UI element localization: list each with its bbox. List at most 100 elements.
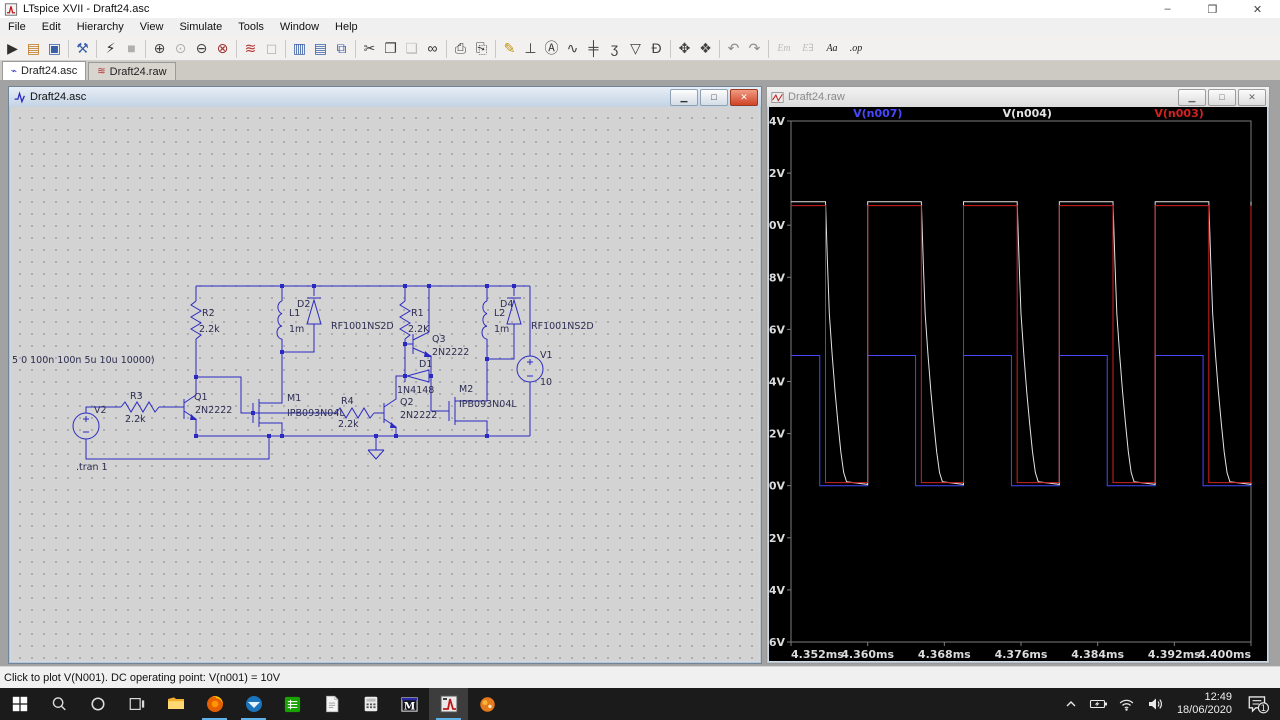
print-preview-icon[interactable]: ⎘ [471, 38, 492, 59]
label-Q3-value: 2N2222 [432, 347, 469, 358]
toolbar-separator [285, 40, 286, 58]
minimize-button[interactable]: – [1145, 0, 1190, 18]
waveform-minimize-button[interactable]: ▁ [1178, 89, 1206, 106]
x-axis-label: 4.392ms [1148, 648, 1201, 661]
schematic-doc-icon [13, 91, 26, 104]
inductor-L2[interactable] [482, 301, 487, 339]
close-button[interactable]: ✕ [1235, 0, 1280, 18]
cascade-windows-icon[interactable]: ⧉ [331, 38, 352, 59]
edit-pencil-icon[interactable]: ✎ [499, 38, 520, 59]
spreadsheet-app-button[interactable] [273, 688, 312, 720]
file-explorer-button[interactable] [156, 688, 195, 720]
start-button[interactable] [0, 688, 39, 720]
control-panel-icon[interactable]: ⚒ [72, 38, 93, 59]
waveform-close-button[interactable]: ✕ [1238, 89, 1266, 106]
diode-icon[interactable]: ▽ [625, 38, 646, 59]
schematic-minimize-button[interactable]: ▁ [670, 89, 698, 106]
copy-icon[interactable]: ❐ [380, 38, 401, 59]
legend-V(n003)[interactable]: V(n003) [1154, 107, 1203, 120]
tabbar: ⌁Draft24.asc≋Draft24.raw [0, 61, 1280, 80]
ground-icon[interactable]: ⊥ [520, 38, 541, 59]
capacitor-icon[interactable]: ╪ [583, 38, 604, 59]
waveform-window-titlebar[interactable]: Draft24.raw ▁ □ ✕ [767, 87, 1269, 107]
vsource-V2[interactable] [73, 413, 99, 439]
label-L2-value: 1m [494, 324, 509, 335]
redo-icon[interactable]: ↷ [744, 38, 765, 59]
zoom-full-extents-icon[interactable]: ⊗ [212, 38, 233, 59]
undo-icon[interactable]: ↶ [723, 38, 744, 59]
waveform-icon[interactable]: ≋ [240, 38, 261, 59]
move-icon[interactable]: ✥ [674, 38, 695, 59]
zoom-in-icon[interactable]: ⊕ [149, 38, 170, 59]
schematic-drawing: R2 2.2k L1 1m D2 RF1001NS2D R1 2.2K L2 1… [11, 107, 759, 661]
restore-button[interactable]: ❐ [1190, 0, 1235, 18]
bjt-icon[interactable]: Ɖ [646, 38, 667, 59]
tile-horizontal-icon[interactable]: ▤ [310, 38, 331, 59]
battery-icon[interactable] [1088, 693, 1110, 715]
wifi-icon[interactable] [1116, 693, 1138, 715]
waveform-maximize-button[interactable]: □ [1208, 89, 1236, 106]
schematic-maximize-button[interactable]: □ [700, 89, 728, 106]
open-icon[interactable]: ▤ [23, 38, 44, 59]
m-app-button[interactable]: M [390, 688, 429, 720]
menu-simulate[interactable]: Simulate [171, 18, 230, 37]
toolbar-separator [719, 40, 720, 58]
volume-icon[interactable] [1144, 693, 1166, 715]
save-icon[interactable]: ▣ [44, 38, 65, 59]
find-icon[interactable]: ∞ [422, 38, 443, 59]
resistor-R3[interactable] [121, 402, 159, 412]
taskbar-clock[interactable]: 12:49 18/06/2020 [1177, 691, 1232, 717]
inductor-L1[interactable] [277, 301, 282, 339]
thunderbird-button[interactable] [234, 688, 273, 720]
label-Q3-ref: Q3 [432, 334, 446, 345]
menu-tools[interactable]: Tools [230, 18, 272, 37]
zoom-out-icon[interactable]: ⊖ [191, 38, 212, 59]
run-icon[interactable]: ⚡ [100, 38, 121, 59]
notification-center-icon[interactable]: 1 [1243, 693, 1273, 715]
label-D4-ref: D4 [500, 299, 513, 310]
cut-icon[interactable]: ✂ [359, 38, 380, 59]
text-icon[interactable]: Aa [820, 38, 844, 59]
paint-app-button[interactable] [468, 688, 507, 720]
x-axis-label: 4.368ms [918, 648, 971, 661]
net-label-icon[interactable]: Ⓐ [541, 38, 562, 59]
y-axis-label: 10V [769, 219, 785, 232]
label-R4-ref: R4 [341, 396, 354, 407]
spice-directive-icon[interactable]: .op [844, 38, 868, 59]
label-M2-ref: M2 [459, 384, 473, 395]
diode-D1[interactable] [407, 370, 429, 382]
legend-V(n007)[interactable]: V(n007) [853, 107, 902, 120]
schematic-close-button[interactable]: ✕ [730, 89, 758, 106]
schematic-canvas[interactable]: R2 2.2k L1 1m D2 RF1001NS2D R1 2.2K L2 1… [11, 107, 759, 661]
writer-app-button[interactable] [312, 688, 351, 720]
legend-V(n004)[interactable]: V(n004) [1003, 107, 1052, 120]
resistor-icon[interactable]: ∿ [562, 38, 583, 59]
trace-V(n004) [791, 202, 1251, 485]
menu-file[interactable]: File [0, 18, 34, 37]
menu-hierarchy[interactable]: Hierarchy [69, 18, 132, 37]
clock-date: 18/06/2020 [1177, 704, 1232, 717]
tray-chevron-icon[interactable] [1060, 693, 1082, 715]
menu-view[interactable]: View [132, 18, 172, 37]
tile-vertical-icon[interactable]: ▥ [289, 38, 310, 59]
ltspice-button[interactable] [429, 688, 468, 720]
label-D2-ref: D2 [297, 299, 310, 310]
firefox-button[interactable] [195, 688, 234, 720]
menu-window[interactable]: Window [272, 18, 327, 37]
cortana-button[interactable] [78, 688, 117, 720]
search-button[interactable] [39, 688, 78, 720]
tab-draft24.asc[interactable]: ⌁Draft24.asc [2, 61, 86, 80]
menu-help[interactable]: Help [327, 18, 366, 37]
menu-edit[interactable]: Edit [34, 18, 69, 37]
titlebar: LTspice XVII - Draft24.asc – ❐ ✕ [0, 0, 1280, 18]
calculator-app-button[interactable] [351, 688, 390, 720]
schematic-window-titlebar[interactable]: Draft24.asc ▁ □ ✕ [9, 87, 761, 107]
tab-draft24.raw[interactable]: ≋Draft24.raw [88, 62, 175, 80]
new-schematic-icon[interactable]: ▶ [2, 38, 23, 59]
drag-icon[interactable]: ❖ [695, 38, 716, 59]
inductor-icon[interactable]: ʒ [604, 38, 625, 59]
task-view-button[interactable] [117, 688, 156, 720]
waveform-plot-area[interactable]: 14V12V10V8V6V4V2V0V-2V-4V-6V4.352ms4.360… [769, 107, 1267, 661]
label-R4-value: 2.2k [338, 419, 359, 430]
print-icon[interactable]: ⎙ [450, 38, 471, 59]
